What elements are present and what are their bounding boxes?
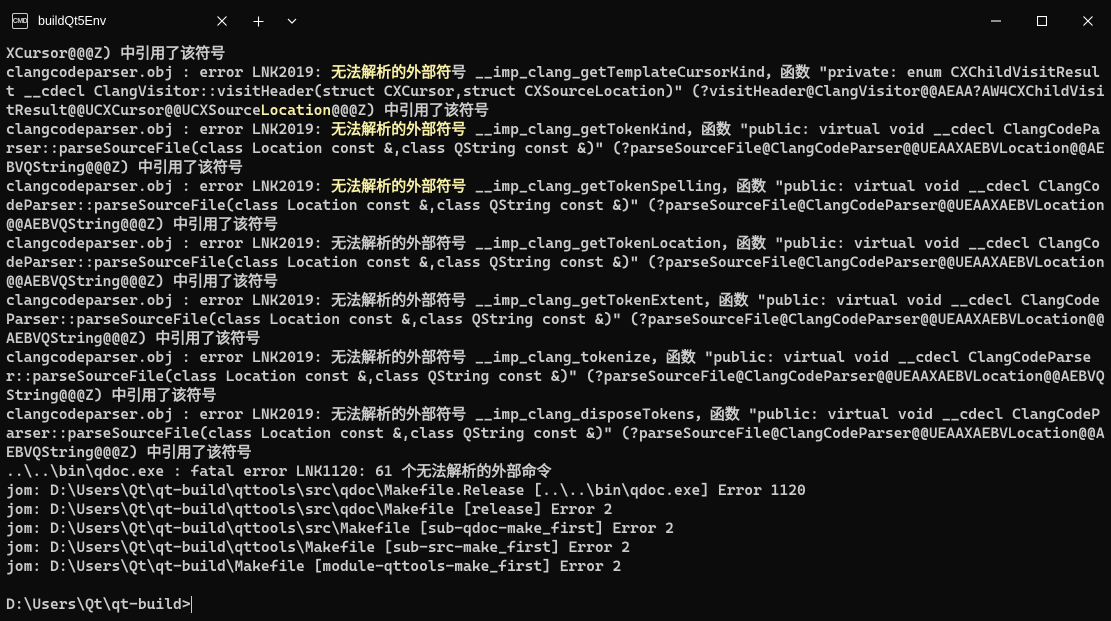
terminal-line: clangcodeparser.obj : error LNK2019: 无法解… xyxy=(6,348,1105,405)
new-tab-button[interactable] xyxy=(240,0,276,42)
terminal-line: clangcodeparser.obj : error LNK2019: 无法解… xyxy=(6,405,1105,462)
terminal-line: clangcodeparser.obj : error LNK2019: 无法解… xyxy=(6,63,1105,120)
window-controls xyxy=(973,0,1111,42)
terminal-line: clangcodeparser.obj : error LNK2019: 无法解… xyxy=(6,234,1105,291)
cursor xyxy=(191,596,192,613)
terminal-tab[interactable]: CMD buildQt5Env xyxy=(0,0,240,42)
tab-dropdown-button[interactable] xyxy=(276,0,308,42)
titlebar-drag-area[interactable] xyxy=(308,0,973,42)
close-icon xyxy=(217,16,227,26)
terminal-line: clangcodeparser.obj : error LNK2019: 无法解… xyxy=(6,120,1105,177)
terminal-line: jom: D:\Users\Qt\qt-build\qttools\src\qd… xyxy=(6,481,1105,500)
terminal-prompt[interactable]: D:\Users\Qt\qt-build> xyxy=(6,595,1105,614)
plus-icon xyxy=(253,16,264,27)
terminal-output[interactable]: XCursor@@@Z) 中引用了该符号clangcodeparser.obj … xyxy=(0,42,1111,621)
terminal-line xyxy=(6,576,1105,595)
terminal-line: ..\..\bin\qdoc.exe : fatal error LNK1120… xyxy=(6,462,1105,481)
maximize-icon xyxy=(1037,16,1047,26)
terminal-line: jom: D:\Users\Qt\qt-build\qttools\Makefi… xyxy=(6,538,1105,557)
terminal-line: jom: D:\Users\Qt\qt-build\Makefile [modu… xyxy=(6,557,1105,576)
terminal-line: clangcodeparser.obj : error LNK2019: 无法解… xyxy=(6,177,1105,234)
chevron-down-icon xyxy=(287,18,297,24)
tab-title: buildQt5Env xyxy=(38,14,204,28)
terminal-line: jom: D:\Users\Qt\qt-build\qttools\src\qd… xyxy=(6,500,1105,519)
cmd-icon: CMD xyxy=(12,13,28,29)
terminal-line: XCursor@@@Z) 中引用了该符号 xyxy=(6,44,1105,63)
minimize-button[interactable] xyxy=(973,0,1019,42)
maximize-button[interactable] xyxy=(1019,0,1065,42)
close-window-button[interactable] xyxy=(1065,0,1111,42)
minimize-icon xyxy=(991,16,1001,26)
close-icon xyxy=(1083,16,1093,26)
title-bar: CMD buildQt5Env xyxy=(0,0,1111,42)
close-tab-button[interactable] xyxy=(214,13,230,29)
terminal-line: jom: D:\Users\Qt\qt-build\qttools\src\Ma… xyxy=(6,519,1105,538)
terminal-line: clangcodeparser.obj : error LNK2019: 无法解… xyxy=(6,291,1105,348)
